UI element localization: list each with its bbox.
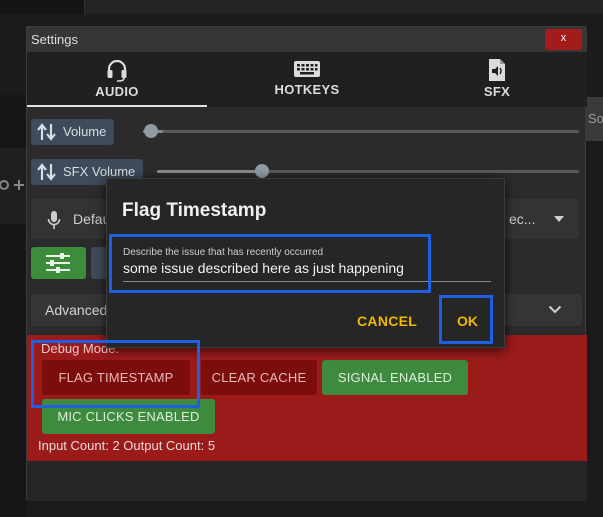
advanced-label: Advanced [45, 302, 108, 318]
tab-hotkeys-label: HOTKEYS [274, 82, 340, 97]
volume-slider-track[interactable] [143, 130, 579, 133]
sfx-volume-slider-track[interactable] [157, 170, 579, 173]
sfx-volume-slider-thumb[interactable] [255, 164, 269, 178]
active-tab-indicator [27, 105, 207, 107]
tab-sfx-label: SFX [483, 84, 511, 99]
dialog-title: Flag Timestamp [122, 200, 267, 221]
caret-down-icon [554, 216, 564, 222]
highlight-flag-timestamp-button [31, 340, 200, 408]
sfx-volume-slider-fill [157, 170, 262, 173]
signal-enabled-button[interactable]: SIGNAL ENABLED [322, 360, 468, 395]
sort-arrows-icon [37, 163, 56, 181]
background-side-button[interactable]: So [586, 97, 603, 141]
device-select-value-end: ec... [509, 211, 536, 227]
keyboard-icon [294, 61, 320, 77]
sound-file-icon [489, 59, 505, 81]
chevron-down-icon [548, 305, 562, 314]
tab-audio-label: AUDIO [95, 84, 139, 99]
headset-icon [107, 59, 127, 82]
device-select-value: Defau [73, 211, 111, 227]
highlight-description-field [109, 234, 431, 293]
background-gear-icon[interactable] [0, 175, 26, 195]
tab-sfx[interactable]: SFX [417, 52, 577, 107]
equalizer-icon [46, 253, 70, 273]
settings-titlebar: Settings x [27, 27, 587, 52]
tab-audio[interactable]: AUDIO [27, 52, 207, 107]
clear-cache-button[interactable]: CLEAR CACHE [201, 360, 317, 395]
io-counts: Input Count: 2 Output Count: 5 [38, 438, 216, 453]
settings-title: Settings [31, 32, 78, 47]
volume-slider-thumb[interactable] [144, 124, 158, 138]
settings-tabs: AUDIO HOTKEYS SFX [27, 52, 587, 107]
tab-hotkeys[interactable]: HOTKEYS [227, 52, 387, 107]
sfx-volume-label-text: SFX Volume [63, 164, 136, 179]
volume-label: Volume [31, 119, 115, 145]
microphone-icon [47, 211, 61, 229]
volume-label-text: Volume [63, 124, 107, 139]
settings-footer [27, 461, 587, 501]
close-button[interactable]: x [545, 29, 582, 50]
volume-row: Volume [31, 119, 579, 145]
sort-arrows-icon [37, 123, 56, 141]
equalizer-button[interactable] [31, 247, 86, 279]
background-top-bar [0, 0, 603, 14]
cancel-button[interactable]: CANCEL [357, 313, 417, 329]
highlight-ok-button [439, 295, 493, 344]
